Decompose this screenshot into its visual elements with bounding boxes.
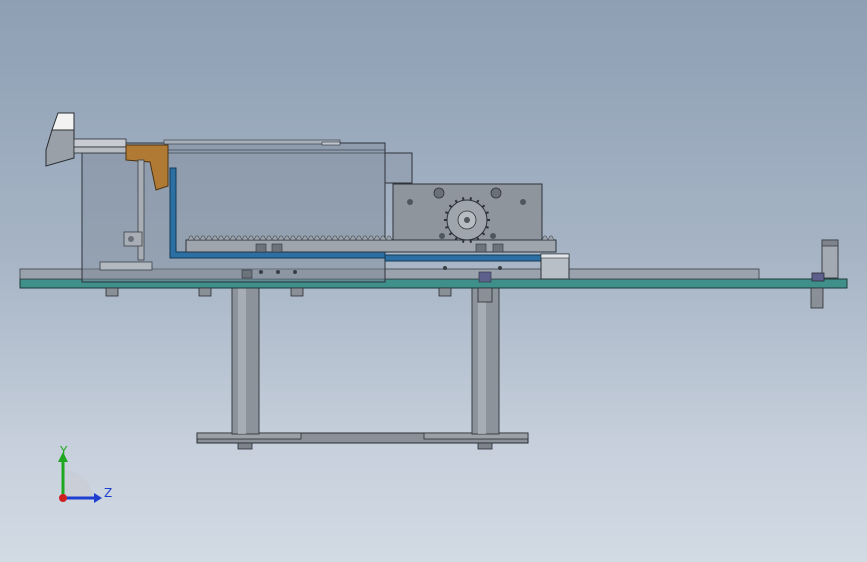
transparent-housing[interactable] <box>81 139 413 283</box>
pinion-tooth <box>476 236 480 241</box>
pinion-tooth <box>469 197 472 201</box>
pinion-tooth <box>454 199 458 204</box>
plate-fasteners <box>105 287 824 309</box>
pinion-tooth <box>445 211 449 215</box>
rack-tooth <box>541 235 549 241</box>
pinion-tooth <box>469 239 472 243</box>
y-axis-label: Y <box>59 444 68 458</box>
pinion-tooth <box>445 225 449 229</box>
rack-tooth <box>385 235 393 241</box>
orientation-triad: Y Z <box>58 444 112 503</box>
lower-base-plate[interactable] <box>196 432 529 450</box>
pinion-tooth <box>485 225 489 229</box>
z-axis-label: Z <box>104 486 112 500</box>
support-column-right[interactable] <box>471 287 500 435</box>
rack-tooth <box>547 235 555 241</box>
pinion-tooth <box>485 211 489 215</box>
pinion-tooth <box>462 239 465 243</box>
slider-block[interactable] <box>540 253 570 280</box>
cad-viewport[interactable]: Y Z <box>0 0 867 562</box>
support-column-left[interactable] <box>231 287 260 435</box>
model-canvas[interactable]: Y Z <box>0 0 867 562</box>
pinion-tooth <box>476 199 480 204</box>
x-axis-icon <box>59 494 67 502</box>
pinion-tooth <box>462 197 465 201</box>
pinion-tooth <box>454 236 458 241</box>
right-stand[interactable] <box>811 239 839 282</box>
